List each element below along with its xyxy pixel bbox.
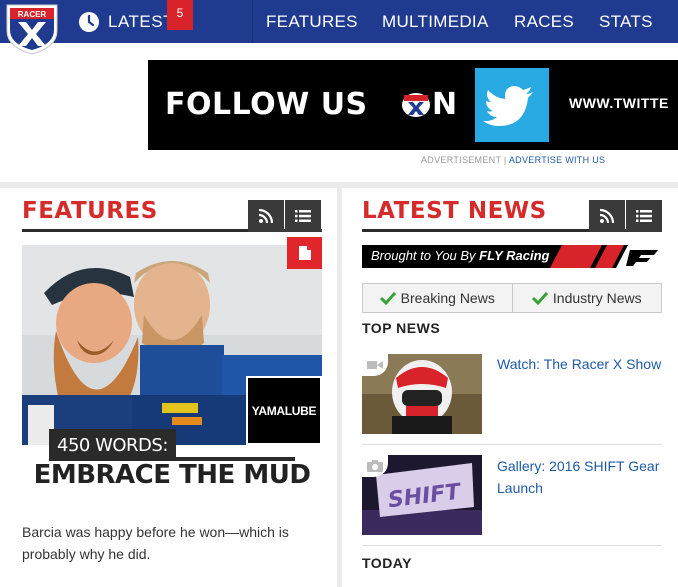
- list-icon: [295, 210, 311, 222]
- top-navigation-bar: LATEST 5 FEATURES MULTIMEDIA RACES STATS: [0, 0, 678, 43]
- story-title[interactable]: Gallery: 2016 SHIFT Gear Launch: [497, 455, 672, 499]
- story-title[interactable]: Watch: The Racer X Show: [497, 353, 672, 375]
- document-icon: [298, 246, 311, 260]
- sponsor-brand: FLY Racing: [479, 248, 550, 263]
- advertisement-label: ADVERTISEMENT: [421, 155, 502, 165]
- ad-note: ADVERTISEMENT | ADVERTISE WITH US: [421, 155, 605, 165]
- nav-features[interactable]: FEATURES: [266, 0, 358, 43]
- video-icon: [367, 361, 383, 369]
- latest-count-badge: 5: [167, 0, 193, 30]
- ad-follow-text: FOLLOW US: [165, 87, 368, 122]
- svg-text:RACER: RACER: [18, 10, 47, 19]
- latest-menu[interactable]: LATEST: [78, 0, 174, 43]
- racer-x-logo[interactable]: RACER: [3, 1, 61, 55]
- latest-news-controls: [589, 200, 662, 232]
- advertise-with-us-link[interactable]: ADVERTISE WITH US: [509, 155, 605, 165]
- check-icon: [379, 291, 396, 305]
- nav-divider: [252, 0, 253, 43]
- story-divider: [362, 545, 662, 546]
- yamalube-sponsor-badge: YAMALUBE: [246, 376, 322, 445]
- rss-icon: [258, 208, 274, 224]
- news-tabs: Breaking News Industry News: [362, 283, 662, 313]
- sponsor-text: Brought to You By FLY Racing: [371, 248, 549, 263]
- latest-news-rss-button[interactable]: [589, 200, 625, 232]
- tab-breaking-news-label: Breaking News: [400, 290, 495, 306]
- article-flag: [287, 237, 322, 269]
- latest-label: LATEST: [108, 11, 174, 31]
- feature-kicker: 450 WORDS:: [49, 429, 176, 461]
- latest-news-heading: LATEST NEWS: [362, 198, 547, 224]
- camera-icon: [367, 460, 383, 472]
- racer-x-mark-icon: [402, 93, 430, 117]
- twitter-advertisement[interactable]: FOLLOW US N WWW.TWITTE: [148, 60, 678, 150]
- features-rss-button[interactable]: [248, 200, 284, 232]
- ad-note-separator: |: [503, 155, 507, 165]
- ad-follow-suffix: N: [432, 87, 458, 122]
- ad-url-text: WWW.TWITTE: [569, 95, 669, 111]
- today-heading: TODAY: [362, 555, 412, 571]
- check-icon: [531, 291, 548, 305]
- tab-industry-news[interactable]: Industry News: [512, 283, 662, 313]
- tab-industry-news-label: Industry News: [552, 290, 642, 306]
- tab-breaking-news[interactable]: Breaking News: [362, 283, 513, 313]
- fly-racing-sponsor-banner[interactable]: Brought to You By FLY Racing: [362, 245, 662, 268]
- top-news-heading: TOP NEWS: [362, 320, 441, 336]
- feature-headline[interactable]: EMBRACE THE MUD: [22, 462, 322, 489]
- feature-dek: Barcia was happy before he won—which is …: [22, 524, 289, 562]
- list-icon: [636, 210, 652, 222]
- story-divider: [362, 444, 662, 445]
- sponsor-prefix: Brought to You By: [371, 248, 480, 263]
- features-list-button[interactable]: [285, 200, 321, 232]
- rss-icon: [599, 208, 615, 224]
- clock-icon: [79, 11, 99, 32]
- nav-races[interactable]: RACES: [514, 0, 574, 43]
- latest-news-list-button[interactable]: [626, 200, 662, 232]
- features-controls: [248, 200, 321, 232]
- twitter-bird-icon: [475, 68, 549, 142]
- features-heading: FEATURES: [22, 198, 158, 224]
- nav-multimedia[interactable]: MULTIMEDIA: [382, 0, 489, 43]
- nav-stats[interactable]: STATS: [599, 0, 653, 43]
